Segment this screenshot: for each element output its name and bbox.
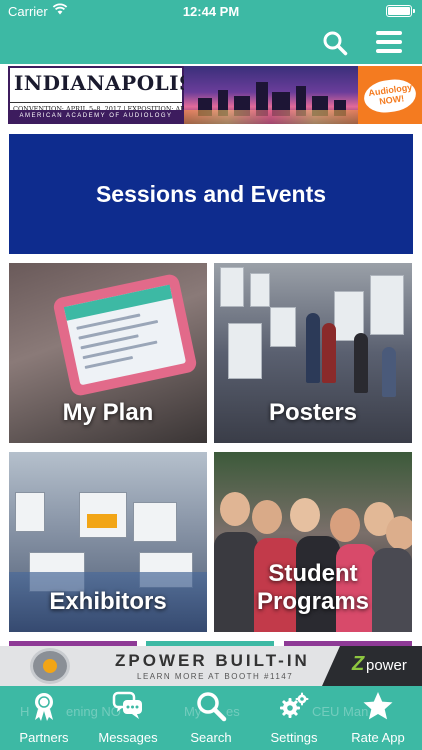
tab-bar: H ening NO My es CEU Man Partners Messag… [0,686,422,750]
chat-bubbles-icon [112,691,142,719]
star-icon [363,692,393,720]
hamburger-menu-icon[interactable] [376,31,402,53]
posters-label: Posters [268,399,358,426]
posters-tile[interactable]: Posters [214,263,412,443]
tab-messages[interactable]: Messages [86,686,170,750]
top-bar: Carrier 12:44 PM [0,0,422,64]
tab-settings[interactable]: Settings [252,686,336,750]
battery-disc-icon [30,648,70,684]
conference-banner[interactable]: INDIANAPOLIS, IN CONVENTION: APRIL 5–8, … [8,66,422,124]
tab-rate-app[interactable]: Rate App [336,686,420,750]
my-plan-tile[interactable]: My Plan [9,263,207,443]
tab-search[interactable]: Search [169,686,253,750]
student-programs-label: Student Programs [256,560,370,615]
tab-messages-label: Messages [98,730,158,745]
ribbon-icon [35,693,53,721]
battery-icon [386,5,415,17]
search-icon [197,692,227,722]
student-programs-tile[interactable]: Student Programs [214,452,412,632]
audiology-now-logo: Audiology NOW! [358,66,422,124]
clock: 12:44 PM [182,4,240,19]
my-plan-label: My Plan [62,399,154,426]
banner-title-block: INDIANAPOLIS, IN CONVENTION: APRIL 5–8, … [8,66,236,124]
ad-subline: LEARN MORE AT BOOTH #1147 [137,672,294,681]
banner-org: AMERICAN ACADEMY OF AUDIOLOGY [10,110,182,122]
sessions-and-events-label: Sessions and Events [95,180,327,207]
sessions-and-events-tile[interactable]: Sessions and Events [9,134,413,254]
zpower-logo-z: Z [352,653,365,675]
status-bar: Carrier 12:44 PM [0,0,422,22]
tablet-photo [52,272,198,398]
ad-headline: ZPOWER BUILT-IN [115,651,310,670]
tab-rate-app-label: Rate App [351,730,405,745]
banner-skyline-image [184,66,358,124]
tab-search-label: Search [190,730,232,745]
exhibitors-label: Exhibitors [49,588,167,615]
tab-partners-label: Partners [19,730,69,745]
zpower-ad-banner[interactable]: ZPOWER BUILT-IN LEARN MORE AT BOOTH #114… [0,646,422,686]
zpower-logo: Z power [322,646,422,686]
exhibitors-tile[interactable]: Exhibitors [9,452,207,632]
zpower-logo-word: power [366,657,407,674]
gears-icon [280,692,309,718]
search-icon[interactable] [322,30,348,56]
tab-settings-label: Settings [270,730,318,745]
tab-partners[interactable]: Partners [2,686,86,750]
